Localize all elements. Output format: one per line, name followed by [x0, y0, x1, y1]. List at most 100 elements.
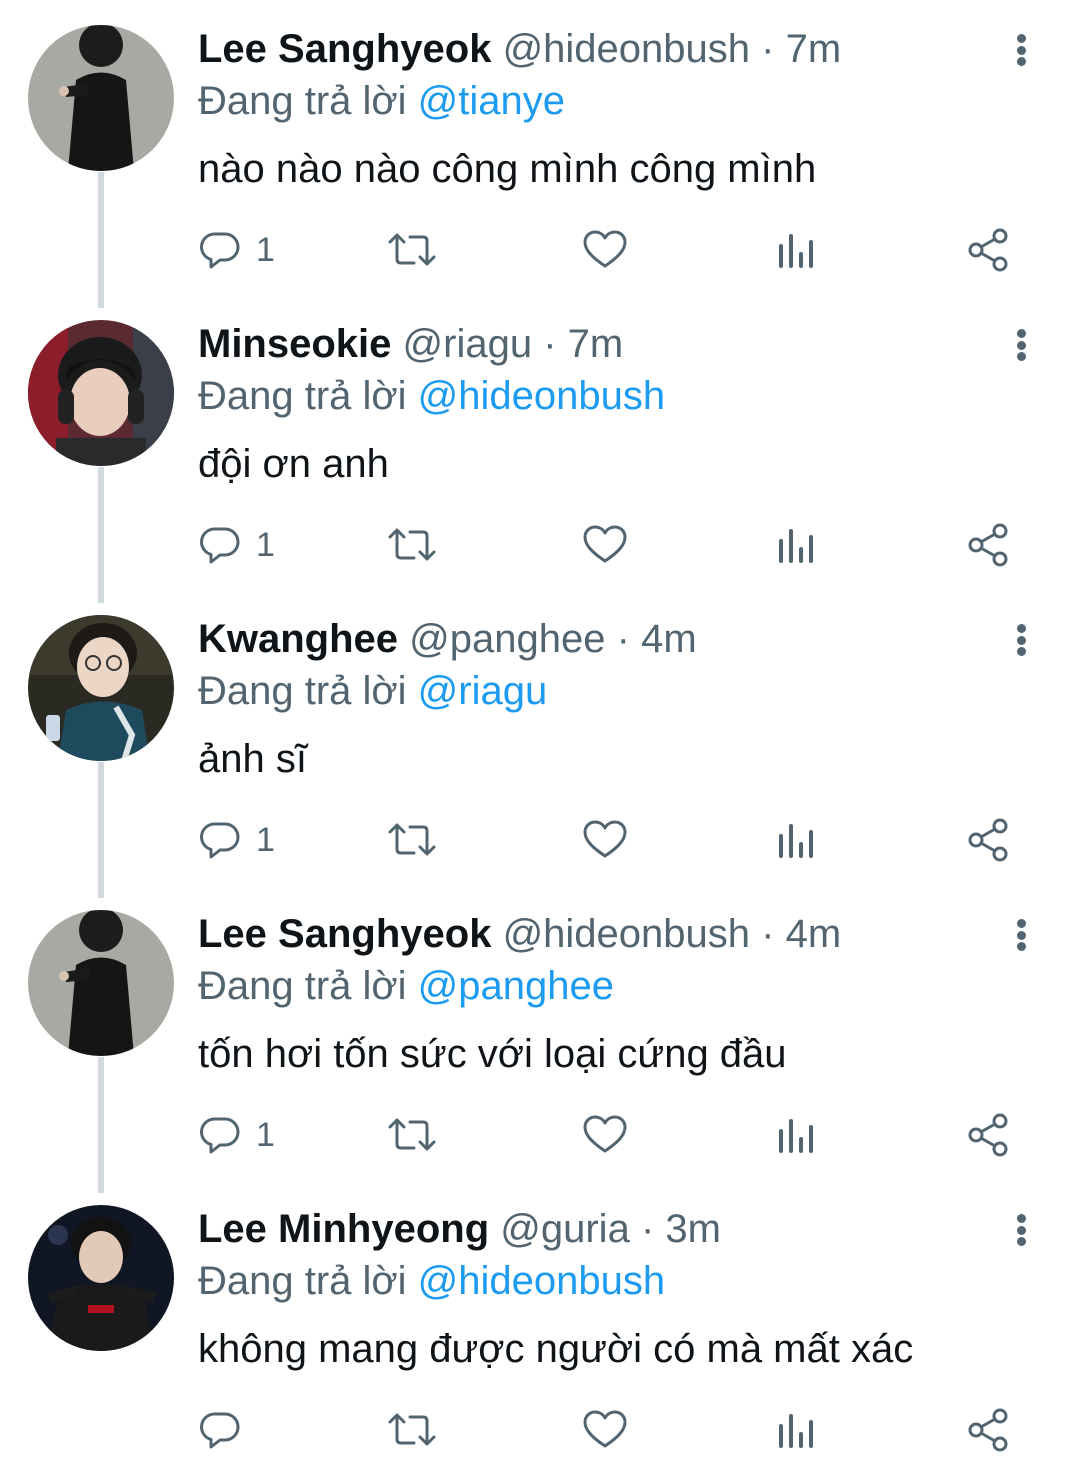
mention-link[interactable]: @hideonbush — [418, 374, 665, 418]
more-options-icon[interactable] — [1004, 1210, 1038, 1250]
reply-button[interactable]: 1 — [198, 1107, 275, 1163]
like-icon — [583, 230, 627, 268]
action-bar: 1 — [198, 222, 1028, 278]
thread-connector — [98, 467, 104, 603]
retweet-button[interactable] — [386, 1402, 438, 1458]
reply-thread: Lee Sanghyeok @hideonbush · 7m Đang trả … — [0, 0, 1080, 1473]
thread-connector — [98, 1057, 104, 1193]
analytics-button[interactable] — [776, 1107, 816, 1163]
tweet[interactable]: Lee Minhyeong @guria · 3m Đang trả lời @… — [0, 1180, 1080, 1475]
tweet[interactable]: Lee Sanghyeok @hideonbush · 7m Đang trả … — [0, 0, 1080, 308]
share-icon — [968, 523, 1008, 567]
like-button[interactable] — [582, 1402, 628, 1458]
username[interactable]: @hideonbush — [503, 27, 750, 71]
mention-link[interactable]: @riagu — [418, 669, 548, 713]
action-bar: 1 — [198, 517, 1028, 573]
reply-button[interactable]: 1 — [198, 812, 275, 868]
retweet-icon — [388, 233, 436, 266]
reply-icon — [200, 232, 240, 269]
like-button[interactable] — [582, 222, 628, 278]
mention-link[interactable]: @tianye — [418, 79, 565, 123]
analytics-button[interactable] — [776, 812, 816, 868]
username[interactable]: @hideonbush — [503, 912, 750, 956]
display-name[interactable]: Minseokie — [198, 322, 391, 366]
replying-to-label: Đang trả lời — [198, 1259, 407, 1303]
reply-button[interactable]: 1 — [198, 222, 275, 278]
share-button[interactable] — [966, 1107, 1012, 1163]
avatar[interactable] — [28, 1205, 174, 1351]
share-button[interactable] — [966, 812, 1012, 868]
username[interactable]: @riagu — [403, 322, 533, 366]
like-button[interactable] — [582, 1107, 628, 1163]
mention-link[interactable]: @hideonbush — [418, 1259, 665, 1303]
analytics-icon — [779, 1119, 813, 1153]
tweet-header: Minseokie @riagu · 7m — [198, 319, 623, 369]
timestamp[interactable]: 7m — [786, 27, 842, 71]
analytics-button[interactable] — [776, 517, 816, 573]
username[interactable]: @guria — [500, 1207, 630, 1251]
retweet-button[interactable] — [386, 1107, 438, 1163]
reply-button[interactable]: 1 — [198, 517, 275, 573]
tweet-text: không mang được người có mà mất xác — [198, 1327, 914, 1371]
separator: · — [616, 617, 630, 661]
analytics-icon — [779, 1414, 813, 1448]
like-button[interactable] — [582, 812, 628, 868]
replying-to-label: Đang trả lời — [198, 669, 407, 713]
analytics-button[interactable] — [776, 222, 816, 278]
retweet-icon — [388, 1118, 436, 1151]
username[interactable]: @panghee — [409, 617, 605, 661]
replying-to: Đang trả lời @tianye — [198, 76, 565, 126]
avatar[interactable] — [28, 25, 174, 171]
separator: · — [543, 322, 557, 366]
retweet-button[interactable] — [386, 812, 438, 868]
like-icon — [583, 525, 627, 563]
separator: · — [761, 912, 775, 956]
display-name[interactable]: Lee Minhyeong — [198, 1207, 489, 1251]
timestamp[interactable]: 4m — [641, 617, 697, 661]
separator: · — [640, 1207, 655, 1251]
replying-to: Đang trả lời @hideonbush — [198, 1256, 665, 1306]
action-bar: 1 — [198, 812, 1028, 868]
display-name[interactable]: Kwanghee — [198, 617, 398, 661]
replying-to-label: Đang trả lời — [198, 79, 407, 123]
tweet[interactable]: Lee Sanghyeok @hideonbush · 4m Đang trả … — [0, 885, 1080, 1193]
display-name[interactable]: Lee Sanghyeok — [198, 27, 491, 71]
more-options-icon[interactable] — [1004, 620, 1038, 660]
retweet-icon — [388, 528, 436, 561]
like-icon — [583, 820, 627, 858]
mention-link[interactable]: @panghee — [418, 964, 614, 1008]
display-name[interactable]: Lee Sanghyeok — [198, 912, 491, 956]
avatar[interactable] — [28, 910, 174, 1056]
reply-button[interactable] — [198, 1402, 256, 1458]
more-options-icon[interactable] — [1004, 30, 1038, 70]
share-button[interactable] — [966, 222, 1012, 278]
analytics-button[interactable] — [776, 1402, 816, 1458]
tweet[interactable]: Minseokie @riagu · 7m Đang trả lời @hide… — [0, 295, 1080, 603]
retweet-button[interactable] — [386, 517, 438, 573]
reply-icon — [200, 527, 240, 564]
avatar[interactable] — [28, 615, 174, 761]
timestamp[interactable]: 3m — [665, 1207, 721, 1251]
avatar[interactable] — [28, 320, 174, 466]
share-icon — [968, 1408, 1008, 1452]
like-button[interactable] — [582, 517, 628, 573]
reply-count: 1 — [256, 526, 275, 564]
retweet-button[interactable] — [386, 222, 438, 278]
more-options-icon[interactable] — [1004, 325, 1038, 365]
more-options-icon[interactable] — [1004, 915, 1038, 955]
timestamp[interactable]: 7m — [568, 322, 624, 366]
thread-connector — [98, 172, 104, 308]
share-button[interactable] — [966, 517, 1012, 573]
tweet-header: Lee Minhyeong @guria · 3m — [198, 1204, 721, 1254]
tweet-header: Lee Sanghyeok @hideonbush · 7m — [198, 24, 841, 74]
tweet-text: nào nào nào công mình công mình — [198, 147, 817, 191]
tweet-text: đội ơn anh — [198, 442, 389, 486]
replying-to: Đang trả lời @hideonbush — [198, 371, 665, 421]
like-icon — [583, 1410, 627, 1448]
thread-connector — [98, 762, 104, 898]
replying-to: Đang trả lời @riagu — [198, 666, 547, 716]
share-button[interactable] — [966, 1402, 1012, 1458]
tweet[interactable]: Kwanghee @panghee · 4m Đang trả lời @ria… — [0, 590, 1080, 898]
timestamp[interactable]: 4m — [786, 912, 842, 956]
share-icon — [968, 1113, 1008, 1157]
